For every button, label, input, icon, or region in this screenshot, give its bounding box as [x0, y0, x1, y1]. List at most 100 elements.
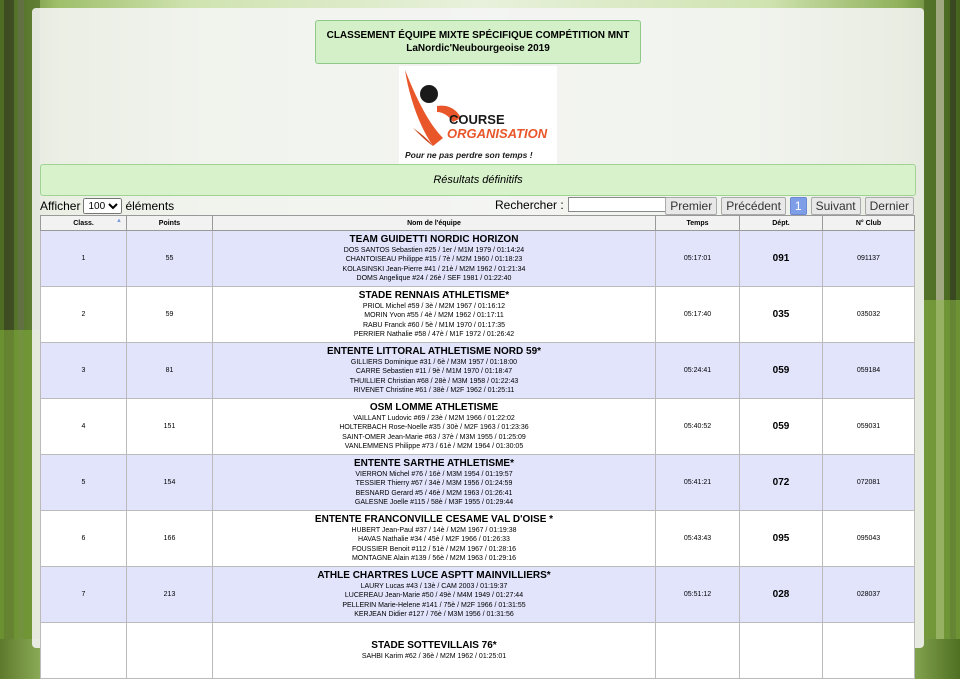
team-cell: OSM LOMME ATHLETISME VAILLANT Ludovic #69… [212, 398, 656, 455]
team-cell: TEAM GUIDETTI NORDIC HORIZON DOS SANTOS S… [212, 230, 656, 287]
team-member: DOMS Angelique #24 / 26è / SEF 1981 / 01… [356, 274, 512, 282]
column-header-rank[interactable]: Class. ▲ [40, 215, 127, 231]
time-cell: 05:17:01 [655, 230, 740, 287]
team-name: STADE SOTTEVILLAIS 76* [371, 639, 497, 651]
logo-graphic: COURSE ORGANISATION Pour ne pas perdre s… [405, 70, 548, 160]
club-cell: 091137 [822, 230, 915, 287]
previous-page-button[interactable]: Précédent [721, 197, 786, 215]
time-cell: 05:51:12 [655, 566, 740, 623]
content-panel: CLASSEMENT ÉQUIPE MIXTE SPÉCIFIQUE COMPÉ… [32, 8, 924, 679]
rank-cell: 3 [40, 342, 127, 399]
logo-word-organisation: ORGANISATION [447, 126, 548, 141]
course-organisation-logo[interactable]: COURSE ORGANISATION Pour ne pas perdre s… [399, 66, 557, 164]
dept-cell: 059 [739, 398, 823, 455]
last-page-button[interactable]: Dernier [864, 197, 914, 215]
team-member: HOLTERBACH Rose-Noelle #35 / 30è / M2F 1… [339, 424, 529, 432]
team-member: RIVENET Christine #61 / 38è / M2F 1962 /… [353, 386, 515, 394]
team-member: VANLEMMENS Philippe #73 / 61è / M2M 1964… [344, 442, 524, 450]
page-length-select[interactable]: 100 [83, 198, 123, 214]
team-member: MORIN Yvon #55 / 4è / M2M 1962 / 01:17:1… [364, 312, 504, 320]
table-controls: Afficher 100 éléments Rechercher : Premi… [40, 197, 914, 215]
table-row: 5 154 ENTENTE SARTHE ATHLETISME* VIERRON Mi… [40, 454, 915, 511]
points-cell: 213 [126, 566, 213, 623]
elements-label: éléments [125, 199, 175, 213]
next-page-button[interactable]: Suivant [810, 197, 861, 215]
club-cell: 059184 [822, 342, 915, 399]
club-cell: 059031 [822, 398, 915, 455]
results-table: Class. ▲ Points Nom de l'équipe Temps Dép… [40, 215, 915, 679]
team-member: LAURY Lucas #43 / 13è / CAM 2003 / 01:19… [360, 582, 508, 590]
length-control: Afficher 100 éléments [40, 198, 174, 214]
dept-cell: 028 [739, 566, 823, 623]
points-cell: 166 [126, 510, 213, 567]
rank-cell: 6 [40, 510, 127, 567]
points-cell: 151 [126, 398, 213, 455]
points-cell: 154 [126, 454, 213, 511]
rank-cell: 1 [40, 230, 127, 287]
dept-cell: 091 [739, 230, 823, 287]
page-1-button[interactable]: 1 [789, 197, 807, 215]
club-cell: 035032 [822, 286, 915, 343]
team-member: KERJEAN Didier #127 / 76è / M3M 1956 / 0… [354, 610, 514, 618]
status-text: Résultats définitifs [433, 174, 523, 186]
time-cell: 05:24:41 [655, 342, 740, 399]
team-member: VAILLANT Ludovic #69 / 23è / M2M 1966 / … [353, 414, 515, 422]
club-cell: 028037 [822, 566, 915, 623]
team-cell: ATHLE CHARTRES LUCE ASPTT MAINVILLIERS* L… [212, 566, 656, 623]
time-cell: 05:41:21 [655, 454, 740, 511]
column-header-time[interactable]: Temps [655, 215, 740, 231]
show-label: Afficher [40, 199, 81, 213]
team-member: FOUSSIER Benoit #112 / 51è / M2M 1967 / … [351, 545, 517, 553]
rank-cell: 7 [40, 566, 127, 623]
pagination: Premier Précédent 1 Suivant Dernier [665, 197, 914, 215]
team-name: ENTENTE SARTHE ATHLETISME* [353, 457, 514, 469]
team-member: SAHBI Karim #62 / 36è / M2M 1962 / 01:25… [361, 652, 507, 660]
column-header-team[interactable]: Nom de l'équipe [212, 215, 656, 231]
results-body: 1 55 TEAM GUIDETTI NORDIC HORIZON DOS SANTO… [40, 230, 915, 679]
dept-cell [739, 622, 823, 679]
title-line-1: CLASSEMENT ÉQUIPE MIXTE SPÉCIFIQUE COMPÉ… [326, 30, 630, 41]
dept-cell: 072 [739, 454, 823, 511]
logo-word-course: COURSE [449, 112, 505, 127]
rank-cell [40, 622, 127, 679]
first-page-button[interactable]: Premier [665, 197, 718, 215]
club-cell [822, 622, 915, 679]
team-name: ATHLE CHARTRES LUCE ASPTT MAINVILLIERS* [317, 569, 551, 581]
team-member: TESSIER Thierry #67 / 34è / M3M 1956 / 0… [355, 480, 513, 488]
points-cell: 55 [126, 230, 213, 287]
team-cell: ENTENTE FRANCONVILLE CESAME VAL D'OISE *… [212, 510, 656, 567]
points-cell: 59 [126, 286, 213, 343]
team-member: LUCEREAU Jean-Marie #50 / 49è / M4M 1949… [344, 592, 524, 600]
table-header-row: Class. ▲ Points Nom de l'équipe Temps Dép… [40, 215, 915, 231]
team-member: CHANTOISEAU Philippe #15 / 7è / M2M 1960… [345, 256, 523, 264]
search-input[interactable] [567, 197, 676, 212]
page-title: CLASSEMENT ÉQUIPE MIXTE SPÉCIFIQUE COMPÉ… [315, 20, 641, 64]
team-name: ENTENTE FRANCONVILLE CESAME VAL D'OISE * [314, 513, 554, 525]
table-row: 1 55 TEAM GUIDETTI NORDIC HORIZON DOS SANTO… [40, 230, 915, 287]
table-row: 7 213 ATHLE CHARTRES LUCE ASPTT MAINVILLIE… [40, 566, 915, 623]
team-member: PELLERIN Marie-Helene #141 / 75è / M2F 1… [342, 601, 526, 609]
rank-cell: 4 [40, 398, 127, 455]
team-member: HAVAS Nathalie #34 / 45è / M2F 1966 / 01… [358, 536, 510, 544]
title-line-2: LaNordic'Neubourgeoise 2019 [406, 43, 550, 54]
team-name: TEAM GUIDETTI NORDIC HORIZON [349, 233, 519, 245]
column-header-dept[interactable]: Dépt. [739, 215, 823, 231]
team-member: KOLASINSKI Jean-Pierre #41 / 21è / M2M 1… [342, 265, 526, 273]
team-cell: STADE SOTTEVILLAIS 76* SAHBI Karim #62 / … [212, 622, 656, 679]
dept-cell: 035 [739, 286, 823, 343]
club-cell: 095043 [822, 510, 915, 567]
team-member: VIERRON Michel #76 / 16è / M3M 1954 / 01… [355, 470, 513, 478]
table-row: 2 59 STADE RENNAIS ATHLETISME* PRIOL Michel… [40, 286, 915, 343]
search-control: Rechercher : [495, 197, 676, 212]
team-name: ENTENTE LITTORAL ATHLETISME NORD 59* [326, 345, 542, 357]
team-member: BESNARD Gerard #5 / 46è / M2M 1963 / 01:… [355, 489, 513, 497]
column-header-club[interactable]: N° Club [822, 215, 915, 231]
column-header-points[interactable]: Points [126, 215, 213, 231]
time-cell [655, 622, 740, 679]
team-member: PERRIER Nathalie #58 / 47è / M1F 1972 / … [353, 330, 515, 338]
team-member: SAINT-OMER Jean-Marie #63 / 37è / M3M 19… [342, 433, 526, 441]
points-cell [126, 622, 213, 679]
table-row: 3 81 ENTENTE LITTORAL ATHLETISME NORD 59* G… [40, 342, 915, 399]
team-member: HUBERT Jean-Paul #37 / 14è / M2M 1967 / … [351, 526, 517, 534]
rank-cell: 5 [40, 454, 127, 511]
